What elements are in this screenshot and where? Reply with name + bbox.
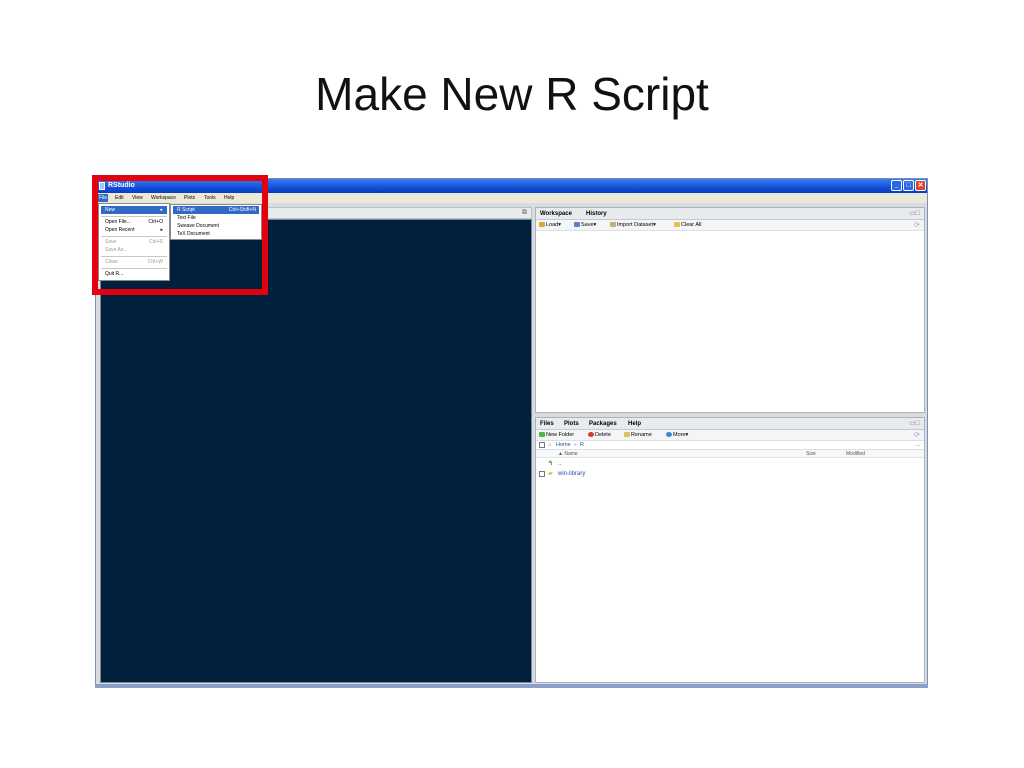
go-to-directory-button[interactable]: ... (915, 442, 920, 449)
delete-label: Delete (595, 432, 611, 438)
files-toolbar: New Folder Delete Rename More▾ ⟳ (536, 430, 924, 441)
tab-packages[interactable]: Packages (589, 421, 617, 427)
workspace-tabs: Workspace History ▭□ (536, 208, 924, 220)
select-all-checkbox[interactable] (539, 442, 545, 448)
tab-plots[interactable]: Plots (564, 421, 579, 427)
column-size[interactable]: Size (806, 451, 816, 457)
rename-button[interactable]: Rename (624, 432, 652, 439)
delete-icon (588, 432, 594, 438)
refresh-icon[interactable]: ⟳ (914, 431, 920, 439)
restore-pane-icon[interactable]: ⧉ (522, 209, 527, 217)
breadcrumb-r[interactable]: R (580, 442, 584, 449)
red-highlight-box (92, 175, 268, 295)
rename-icon (624, 432, 630, 438)
new-folder-button[interactable]: New Folder (539, 432, 574, 439)
minimize-maximize-icon[interactable]: ▭□ (909, 419, 920, 427)
breadcrumb-home[interactable]: Home (556, 442, 571, 449)
load-button[interactable]: Load▾ (539, 222, 561, 229)
row-checkbox[interactable] (539, 471, 545, 477)
slide-title: Make New R Script (315, 68, 709, 120)
save-icon (574, 222, 580, 228)
clear-all-button[interactable]: Clear All (674, 222, 701, 229)
more-button[interactable]: More▾ (666, 432, 688, 439)
load-icon (539, 222, 545, 228)
file-row-parent[interactable]: ↰ .. (536, 459, 924, 469)
file-name[interactable]: win-library (558, 471, 585, 478)
gear-icon (666, 432, 672, 438)
tab-workspace[interactable]: Workspace (540, 211, 572, 217)
new-folder-label: New Folder (546, 432, 575, 438)
minimize-button[interactable]: _ (891, 180, 902, 191)
save-button[interactable]: Save▾ (574, 222, 596, 229)
delete-button[interactable]: Delete (588, 432, 611, 439)
tab-files[interactable]: Files (540, 421, 554, 427)
breadcrumb: ⌂ Home › R ... (536, 441, 924, 450)
taskbar-strip (95, 684, 928, 688)
files-table-header: ▲ Name Size Modified (536, 450, 924, 458)
folder-icon: ▰ (548, 471, 553, 477)
rename-label: Rename (631, 432, 652, 438)
import-dataset-button[interactable]: Import Dataset▾ (610, 222, 656, 229)
workspace-toolbar: Load▾ Save▾ Import Dataset▾ Clear All ⟳ (536, 220, 924, 231)
tab-history[interactable]: History (586, 211, 607, 217)
minimize-maximize-icon[interactable]: ▭□ (909, 209, 920, 217)
column-modified[interactable]: Modified (846, 451, 865, 457)
files-pane: Files Plots Packages Help ▭□ New Folder … (535, 417, 925, 683)
more-label: More▾ (673, 432, 689, 438)
new-folder-icon (539, 432, 545, 438)
file-row-win-library[interactable]: ▰ win-library (536, 469, 924, 479)
workspace-pane: Workspace History ▭□ Load▾ Save▾ Import … (535, 207, 925, 413)
files-tabs: Files Plots Packages Help ▭□ (536, 418, 924, 430)
save-label: Save▾ (581, 222, 597, 228)
parent-folder-icon: ↰ (548, 461, 554, 467)
refresh-icon[interactable]: ⟳ (914, 221, 920, 229)
tab-help[interactable]: Help (628, 421, 641, 427)
import-icon (610, 222, 616, 228)
home-icon: ⌂ (548, 442, 552, 448)
load-label: Load▾ (546, 222, 561, 228)
breadcrumb-separator: › (574, 442, 576, 448)
close-button[interactable]: ✕ (915, 180, 926, 191)
window-controls: _ □ ✕ (891, 180, 926, 192)
maximize-button[interactable]: □ (903, 180, 914, 191)
broom-icon (674, 222, 680, 228)
file-name[interactable]: .. (558, 461, 561, 468)
clear-label: Clear All (681, 222, 702, 228)
column-name[interactable]: ▲ Name (558, 451, 578, 457)
import-label: Import Dataset▾ (617, 222, 656, 228)
